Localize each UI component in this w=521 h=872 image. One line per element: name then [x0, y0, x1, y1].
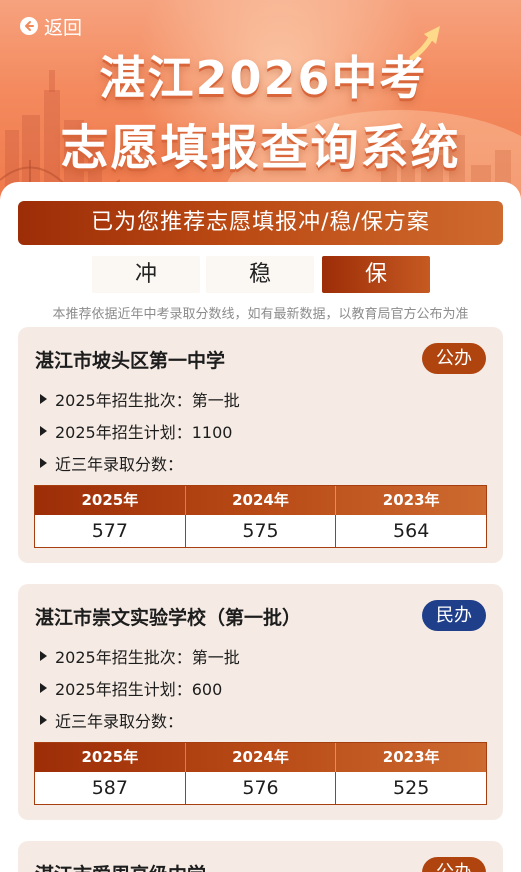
plan-row: 2025年招生计划：600	[40, 676, 222, 700]
score-cell: 575	[186, 515, 337, 547]
plan-text: 2025年招生计划：1100	[55, 423, 233, 442]
triangle-right-icon	[40, 426, 47, 436]
school-name: 湛江市崇文实验学校（第一批）	[35, 607, 302, 629]
disclaimer-note: 本推荐依据近年中考录取分数线，如有最新数据，以教育局官方公布为准	[52, 307, 469, 322]
plan-row: 2025年招生计划：1100	[40, 419, 232, 443]
arrow-left-circle-icon	[20, 17, 38, 35]
score-cell: 587	[35, 772, 186, 804]
plan-text: 2025年招生计划：600	[55, 680, 223, 699]
batch-row: 2025年招生批次：第一批	[40, 387, 240, 411]
year-header: 2025年	[35, 743, 186, 772]
tab-wen[interactable]: 稳	[206, 256, 314, 293]
hero-banner: 返回 湛江2026中考 志愿填报查询系统	[0, 0, 521, 200]
back-button[interactable]: 返回	[20, 12, 82, 40]
triangle-right-icon	[40, 651, 47, 661]
recommendation-banner: 已为您推荐志愿填报冲/稳/保方案	[18, 201, 503, 245]
year-header: 2024年	[186, 743, 337, 772]
triangle-right-icon	[40, 715, 47, 725]
score-cell: 577	[35, 515, 186, 547]
score-row: 577 575 564	[35, 515, 486, 547]
score-row: 587 576 525	[35, 772, 486, 804]
scores-label: 近三年录取分数：	[55, 712, 184, 731]
plan-tabs: 冲 稳 保	[0, 256, 521, 294]
school-type-badge: 公办	[422, 343, 486, 374]
main-panel: 已为您推荐志愿填报冲/稳/保方案 冲 稳 保 本推荐依据近年中考录取分数线，如有…	[0, 182, 521, 872]
scores-label: 近三年录取分数：	[55, 455, 184, 474]
triangle-right-icon	[40, 458, 47, 468]
year-header: 2023年	[382, 491, 440, 509]
year-header: 2024年	[186, 486, 337, 515]
year-header: 2023年	[382, 748, 440, 766]
tab-chong[interactable]: 冲	[92, 256, 200, 293]
school-name: 湛江市爱周高级中学	[35, 860, 206, 872]
school-type-badge: 公办	[422, 857, 486, 872]
triangle-right-icon	[40, 683, 47, 693]
school-type-badge: 民办	[422, 600, 486, 631]
school-name: 湛江市坡头区第一中学	[35, 350, 226, 372]
batch-text: 2025年招生批次：第一批	[55, 391, 240, 410]
scores-label-row: 近三年录取分数：	[40, 708, 183, 732]
score-table: 2025年 2024年 2023年 577 575 564	[34, 485, 487, 548]
page-title-line1: 湛江2026中考	[99, 51, 428, 105]
tab-bao[interactable]: 保	[322, 256, 430, 293]
triangle-right-icon	[40, 394, 47, 404]
back-label: 返回	[44, 16, 83, 39]
batch-text: 2025年招生批次：第一批	[55, 648, 240, 667]
score-table-header: 2025年 2024年 2023年	[35, 743, 486, 772]
year-header: 2025年	[35, 486, 186, 515]
score-cell: 525	[393, 777, 430, 799]
score-table: 2025年 2024年 2023年 587 576 525	[34, 742, 487, 805]
school-card[interactable]: 湛江市崇文实验学校（第一批） 民办 2025年招生批次：第一批 2025年招生计…	[18, 584, 503, 820]
scores-label-row: 近三年录取分数：	[40, 451, 183, 475]
score-cell: 576	[186, 772, 337, 804]
batch-row: 2025年招生批次：第一批	[40, 644, 240, 668]
score-cell: 564	[393, 520, 430, 542]
school-card[interactable]: 湛江市坡头区第一中学 公办 2025年招生批次：第一批 2025年招生计划：11…	[18, 327, 503, 563]
school-card[interactable]: 湛江市爱周高级中学 公办	[18, 841, 503, 872]
score-table-header: 2025年 2024年 2023年	[35, 486, 486, 515]
page-title-line2: 志愿填报查询系统	[60, 120, 461, 176]
